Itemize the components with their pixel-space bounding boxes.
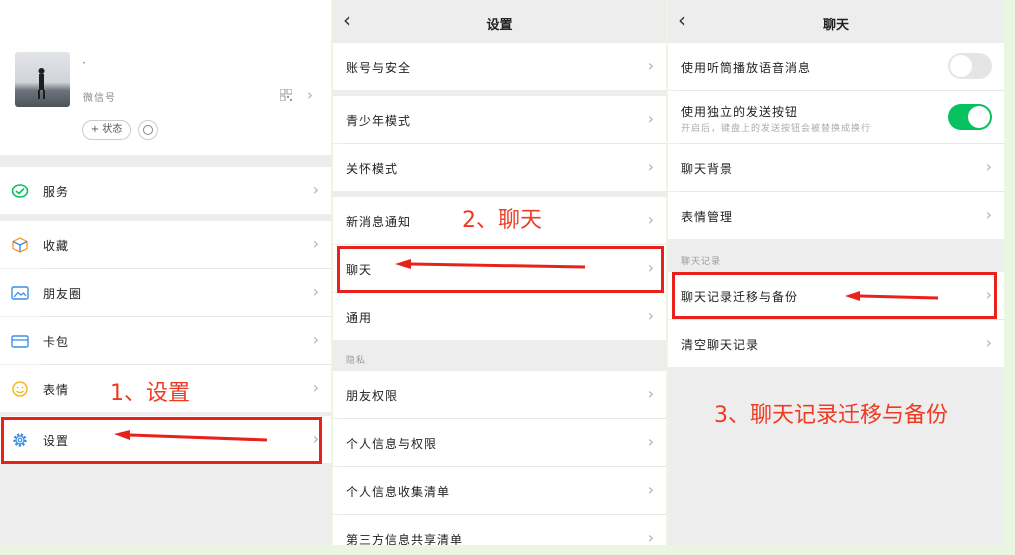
chevron-right-icon: ›	[647, 306, 654, 325]
chat-item-subtitle: 开启后，键盘上的发送按钮会被替换成换行	[681, 124, 872, 134]
settings-item-third-party-sharing[interactable]: 第三方信息共享清单 ›	[333, 515, 666, 545]
chevron-right-icon: ›	[312, 378, 319, 397]
settings-item-label: 新消息通知	[346, 215, 412, 229]
profile-name: ·	[82, 56, 86, 70]
chat-item-label: 使用听筒播放语音消息	[681, 61, 812, 75]
me-item-service[interactable]: 服务 ›	[0, 167, 331, 214]
chat-item-sticker-management[interactable]: 表情管理 ›	[668, 192, 1004, 239]
circle-icon	[143, 125, 153, 135]
profile-chevron-icon: ›	[307, 86, 313, 104]
toggle-knob	[950, 55, 972, 77]
settings-item-label: 通用	[346, 311, 373, 325]
send-button-toggle[interactable]	[948, 104, 992, 130]
avatar[interactable]	[15, 52, 70, 107]
chevron-right-icon: ›	[985, 333, 992, 352]
section-header-privacy: 隐私	[346, 356, 367, 366]
chat-item-label: 聊天背景	[681, 162, 734, 176]
chevron-right-icon: ›	[647, 528, 654, 545]
toggle-knob	[968, 106, 990, 128]
chevron-right-icon: ›	[985, 157, 992, 176]
sticker-icon	[12, 381, 28, 397]
chevron-right-icon: ›	[647, 384, 654, 403]
cards-icon	[11, 335, 29, 348]
settings-item-label: 个人信息与权限	[346, 437, 438, 451]
arrow-left-icon	[114, 430, 268, 442]
annotation-step2: 2、聊天	[462, 208, 542, 233]
chevron-right-icon: ›	[647, 432, 654, 451]
favorites-icon	[12, 237, 28, 253]
settings-item-general[interactable]: 通用 ›	[333, 293, 666, 340]
settings-item-label: 账号与安全	[346, 61, 412, 75]
settings-item-teen-mode[interactable]: 青少年模式 ›	[333, 96, 666, 143]
me-item-favorites[interactable]: 收藏 ›	[0, 221, 331, 268]
profile-card[interactable]: · 微信号 › + 状态	[0, 0, 331, 155]
chevron-right-icon: ›	[647, 109, 654, 128]
chevron-right-icon: ›	[312, 330, 319, 349]
me-item-cards[interactable]: 卡包 ›	[0, 317, 331, 364]
wechat-id-label: 微信号	[83, 93, 116, 104]
settings-item-friend-permissions[interactable]: 朋友权限 ›	[333, 371, 666, 418]
chat-item-background[interactable]: 聊天背景 ›	[668, 144, 1004, 191]
earpiece-toggle[interactable]	[948, 53, 992, 79]
settings-item-account[interactable]: 账号与安全 ›	[333, 43, 666, 90]
chevron-right-icon: ›	[985, 205, 992, 224]
settings-item-care-mode[interactable]: 关怀模式 ›	[333, 144, 666, 191]
nav-bar: ‹ 设置	[333, 0, 666, 42]
chat-item-label: 表情管理	[681, 210, 734, 224]
page-title: 聊天	[822, 18, 849, 33]
settings-item-personal-info[interactable]: 个人信息与权限 ›	[333, 419, 666, 466]
chat-item-send-button[interactable]: 使用独立的发送按钮 开启后，键盘上的发送按钮会被替换成换行	[668, 91, 1004, 143]
moments-icon	[11, 286, 29, 300]
me-item-label: 卡包	[43, 335, 70, 349]
settings-item-label: 第三方信息共享清单	[346, 533, 464, 545]
arrow-left-icon	[845, 291, 939, 301]
settings-panel: ‹ 设置 账号与安全 › 青少年模式 › 关怀模式 › 新消息通知 › 聊天 ›…	[333, 0, 666, 545]
me-item-label: 服务	[43, 185, 70, 199]
status-button[interactable]: + 状态	[82, 120, 131, 140]
annotation-step3: 3、聊天记录迁移与备份	[714, 403, 948, 428]
annotation-step1: 1、设置	[110, 381, 190, 406]
settings-item-label: 朋友权限	[346, 389, 399, 403]
avatar-silhouette-icon	[38, 68, 45, 99]
chat-item-label: 清空聊天记录	[681, 338, 760, 352]
chevron-right-icon: ›	[312, 282, 319, 301]
section-header-chat-history: 聊天记录	[681, 257, 722, 267]
me-item-moments[interactable]: 朋友圈 ›	[0, 269, 331, 316]
me-item-label: 朋友圈	[43, 287, 83, 301]
chevron-right-icon: ›	[312, 234, 319, 253]
service-icon	[11, 184, 29, 198]
chevron-right-icon: ›	[647, 480, 654, 499]
settings-item-label: 青少年模式	[346, 114, 412, 128]
chevron-right-icon: ›	[647, 157, 654, 176]
chevron-right-icon: ›	[647, 56, 654, 75]
settings-item-info-collection[interactable]: 个人信息收集清单 ›	[333, 467, 666, 514]
me-item-label: 表情	[43, 383, 70, 397]
settings-item-label: 关怀模式	[346, 162, 399, 176]
status-more-button[interactable]	[138, 120, 158, 140]
chevron-right-icon: ›	[647, 210, 654, 229]
chat-item-clear-history[interactable]: 清空聊天记录 ›	[668, 320, 1004, 367]
me-panel: · 微信号 › + 状态 服务 › 收藏 › 朋友圈 › 卡包 › 表情 › 设…	[0, 0, 331, 545]
qr-code-icon[interactable]	[280, 89, 292, 101]
settings-item-label: 个人信息收集清单	[346, 485, 451, 499]
me-item-label: 收藏	[43, 239, 70, 253]
highlight-migrate-backup-box	[672, 272, 997, 319]
arrow-left-icon	[395, 259, 586, 269]
page-title: 设置	[486, 18, 513, 33]
chevron-right-icon: ›	[312, 180, 319, 199]
chat-settings-panel: ‹ 聊天 使用听筒播放语音消息 使用独立的发送按钮 开启后，键盘上的发送按钮会被…	[668, 0, 1004, 545]
nav-bar: ‹ 聊天	[668, 0, 1004, 42]
chat-item-label: 使用独立的发送按钮	[681, 105, 799, 119]
chat-item-earpiece-playback[interactable]: 使用听筒播放语音消息	[668, 43, 1004, 90]
